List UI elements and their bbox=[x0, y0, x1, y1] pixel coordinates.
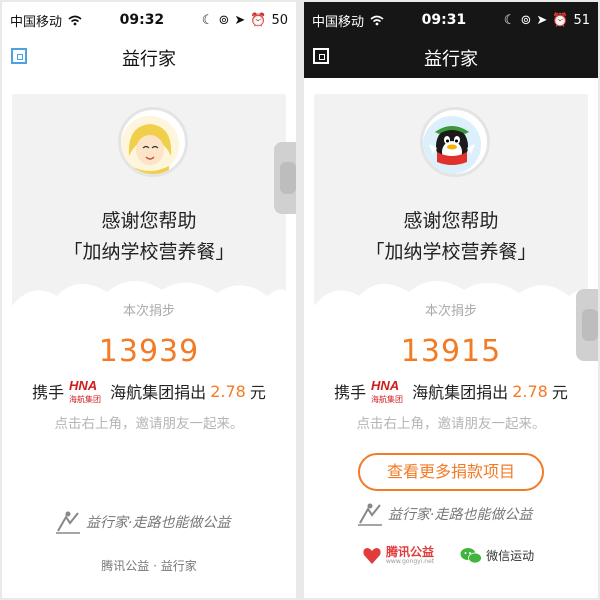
page-title: 益行家 bbox=[122, 49, 176, 70]
status-bar: 中国移动 09:31 ☾ ⊚ ➤ ⏰ 51 bbox=[304, 2, 598, 38]
left-screen: 中国移动 09:32 ☾ ⊚ ➤ ⏰ 50 益行家 感谢您帮助 「加纳学校营养餐… bbox=[2, 2, 296, 598]
moon-icon: ☾ bbox=[201, 12, 214, 28]
location-arrow-icon: ➤ bbox=[536, 12, 548, 28]
thanks-line-2: 「加纳学校营养餐」 bbox=[365, 241, 537, 263]
girl-avatar-icon bbox=[118, 107, 188, 177]
location-arrow-icon: ➤ bbox=[234, 12, 246, 28]
page-title: 益行家 bbox=[424, 49, 478, 70]
nav-bar: 益行家 bbox=[2, 38, 296, 78]
card-header: 感谢您帮助 「加纳学校营养餐」 bbox=[314, 94, 588, 316]
step-count: 13939 bbox=[98, 334, 200, 369]
walker-logo-icon bbox=[358, 503, 382, 526]
card-header: 感谢您帮助 「加纳学校营养餐」 bbox=[12, 94, 286, 316]
back-icon[interactable] bbox=[313, 48, 329, 64]
thanks-text: 感谢您帮助 「加纳学校营养餐」 bbox=[314, 206, 588, 268]
partner-tencent-url: www.gongyi.net bbox=[386, 558, 435, 565]
nav-bar: 益行家 bbox=[304, 38, 598, 78]
donor-prefix: 携手 bbox=[32, 383, 65, 402]
wifi-icon bbox=[68, 15, 82, 25]
svg-text:海航集团: 海航集团 bbox=[371, 394, 403, 404]
thanks-line-1: 感谢您帮助 bbox=[101, 210, 197, 232]
side-handle[interactable] bbox=[576, 289, 598, 361]
partner-logos: 腾讯公益 www.gongyi.net 微信运动 bbox=[362, 546, 562, 565]
hna-logo-icon: HNA 海航集团 bbox=[370, 378, 408, 404]
more-projects-button[interactable]: 查看更多捐款项目 bbox=[358, 453, 544, 491]
thanks-text: 感谢您帮助 「加纳学校营养餐」 bbox=[12, 206, 286, 268]
hna-logo-icon: HNA 海航集团 bbox=[68, 378, 106, 404]
donor-company: 海航集团捐出 bbox=[110, 383, 207, 402]
step-count: 13915 bbox=[400, 334, 502, 369]
svg-text:HNA: HNA bbox=[69, 378, 97, 393]
donor-prefix: 携手 bbox=[334, 383, 367, 402]
rotation-lock-icon: ⊚ bbox=[520, 12, 532, 28]
step-label: 本次捐步 bbox=[122, 304, 175, 319]
footer-credit: 腾讯公益 · 益行家 bbox=[101, 559, 197, 573]
tencent-charity-logo: 腾讯公益 www.gongyi.net bbox=[362, 546, 434, 565]
brand-text: 益行家·走路也能做公益 bbox=[388, 507, 533, 523]
status-bar: 中国移动 09:32 ☾ ⊚ ➤ ⏰ 50 bbox=[2, 2, 296, 38]
status-time: 09:32 bbox=[119, 12, 165, 28]
brand-text: 益行家·走路也能做公益 bbox=[86, 515, 231, 531]
thanks-line-2: 「加纳学校营养餐」 bbox=[63, 241, 235, 263]
donation-card: 感谢您帮助 「加纳学校营养餐」 本次捐步 13939 携手 HNA 海航集团 海… bbox=[12, 94, 286, 588]
rotation-lock-icon: ⊚ bbox=[218, 12, 230, 28]
side-handle[interactable] bbox=[274, 142, 296, 214]
svg-text:HNA: HNA bbox=[371, 378, 399, 393]
moon-icon: ☾ bbox=[503, 12, 516, 28]
right-screen: 中国移动 09:31 ☾ ⊚ ➤ ⏰ 51 益行家 感谢您帮助 「加纳学校营养餐… bbox=[304, 2, 598, 598]
back-icon[interactable] bbox=[11, 48, 27, 64]
currency-unit: 元 bbox=[249, 383, 266, 402]
carrier-label: 中国移动 bbox=[10, 14, 63, 30]
donor-company: 海航集团捐出 bbox=[412, 383, 509, 402]
status-time: 09:31 bbox=[421, 12, 467, 28]
donor-line: 携手 HNA 海航集团 海航集团捐出 2.78 元 bbox=[314, 378, 588, 404]
battery-percent: 50 bbox=[271, 12, 288, 28]
brand-slogan: 益行家·走路也能做公益 bbox=[356, 501, 546, 531]
invite-text: 点击右上角，邀请朋友一起来。 bbox=[54, 416, 244, 432]
currency-unit: 元 bbox=[551, 383, 568, 402]
battery-percent: 51 bbox=[573, 12, 590, 28]
partner-wechat-label: 微信运动 bbox=[486, 549, 535, 563]
wechat-sport-logo: 微信运动 bbox=[460, 547, 534, 565]
partner-tencent-label: 腾讯公益 bbox=[386, 545, 435, 559]
invite-text: 点击右上角，邀请朋友一起来。 bbox=[356, 416, 546, 432]
wechat-icon bbox=[460, 547, 483, 563]
thanks-line-1: 感谢您帮助 bbox=[403, 210, 499, 232]
alarm-icon: ⏰ bbox=[552, 12, 569, 28]
step-label: 本次捐步 bbox=[424, 304, 477, 319]
heart-icon bbox=[363, 547, 381, 564]
brand-slogan: 益行家·走路也能做公益 bbox=[54, 509, 244, 539]
alarm-icon: ⏰ bbox=[250, 12, 267, 28]
donor-line: 携手 HNA 海航集团 海航集团捐出 2.78 元 bbox=[12, 378, 286, 404]
qq-penguin-avatar-icon bbox=[420, 107, 490, 177]
donation-amount: 2.78 bbox=[512, 381, 548, 401]
donation-card: 感谢您帮助 「加纳学校营养餐」 本次捐步 13915 携手 HNA 海航集团 海… bbox=[314, 94, 588, 588]
walker-logo-icon bbox=[56, 511, 80, 534]
svg-text:海航集团: 海航集团 bbox=[69, 394, 101, 404]
donation-amount: 2.78 bbox=[210, 381, 246, 401]
carrier-label: 中国移动 bbox=[312, 14, 365, 30]
wifi-icon bbox=[370, 15, 384, 25]
